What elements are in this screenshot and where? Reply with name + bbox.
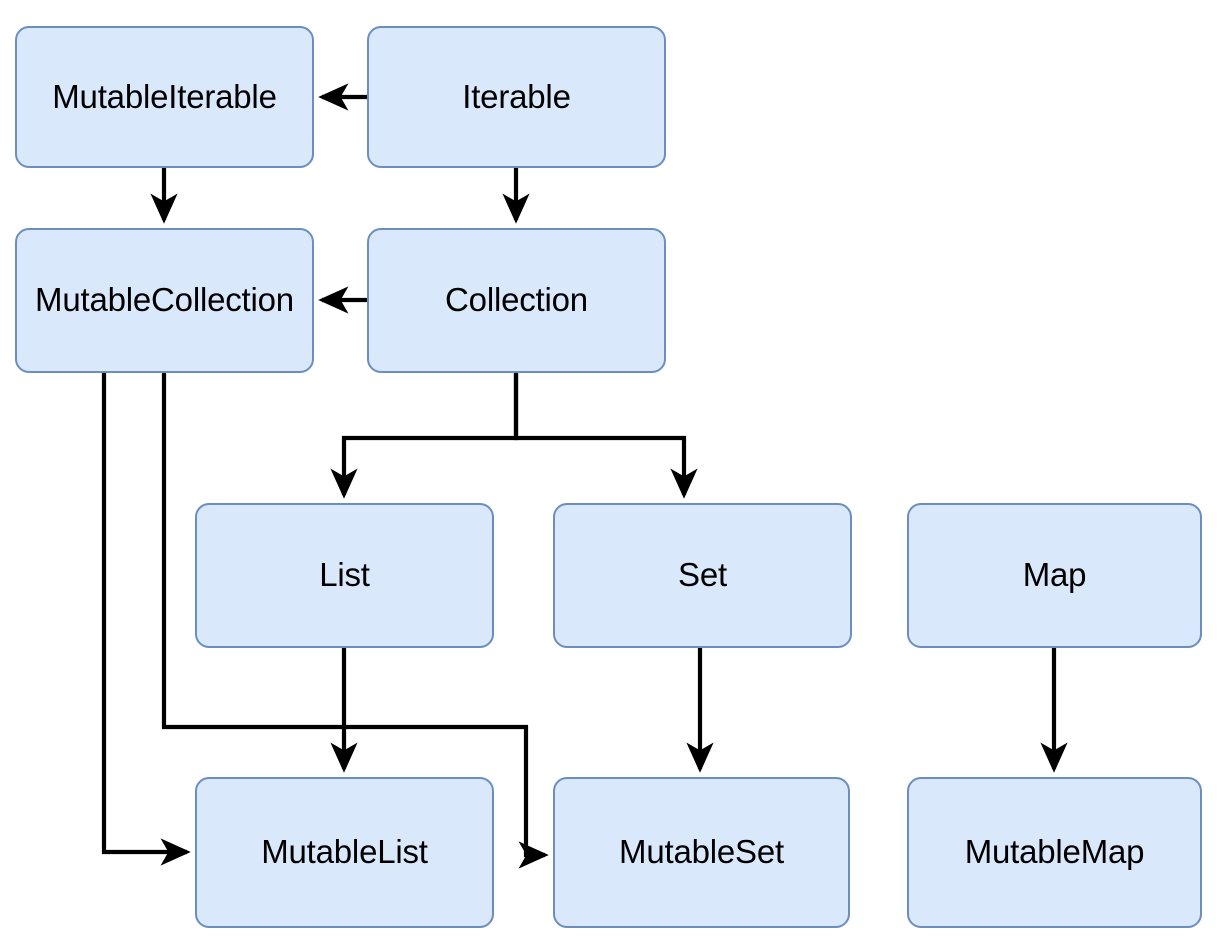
- edge-collection-to-set: [513, 373, 698, 499]
- node-label-set: Set: [678, 556, 727, 594]
- node-mutable-list[interactable]: MutableList: [195, 777, 494, 928]
- node-list[interactable]: List: [195, 503, 494, 648]
- node-label-mutable-map: MutableMap: [964, 833, 1145, 871]
- node-mutable-collection[interactable]: MutableCollection: [15, 228, 314, 373]
- node-label-mutable-list: MutableList: [261, 833, 428, 871]
- node-label-list: List: [319, 556, 370, 594]
- node-label-collection: Collection: [445, 281, 588, 319]
- node-mutable-map[interactable]: MutableMap: [907, 777, 1202, 928]
- diagram-canvas: MutableIterable Iterable MutableCollecti…: [0, 0, 1222, 946]
- node-mutable-iterable[interactable]: MutableIterable: [15, 26, 314, 168]
- node-label-mutable-iterable: MutableIterable: [52, 77, 277, 115]
- node-mutable-set[interactable]: MutableSet: [553, 777, 850, 928]
- node-map[interactable]: Map: [907, 503, 1202, 648]
- edge-collection-to-list: [330, 373, 519, 499]
- node-set[interactable]: Set: [553, 503, 852, 648]
- node-label-map: Map: [1022, 556, 1087, 594]
- edge-mutable-collection-to-mutable-list: [101, 373, 191, 866]
- node-collection[interactable]: Collection: [367, 228, 666, 373]
- node-label-mutable-set: MutableSet: [619, 833, 784, 871]
- node-iterable[interactable]: Iterable: [367, 26, 666, 168]
- node-label-mutable-collection: MutableCollection: [35, 281, 294, 319]
- node-label-iterable: Iterable: [462, 77, 571, 115]
